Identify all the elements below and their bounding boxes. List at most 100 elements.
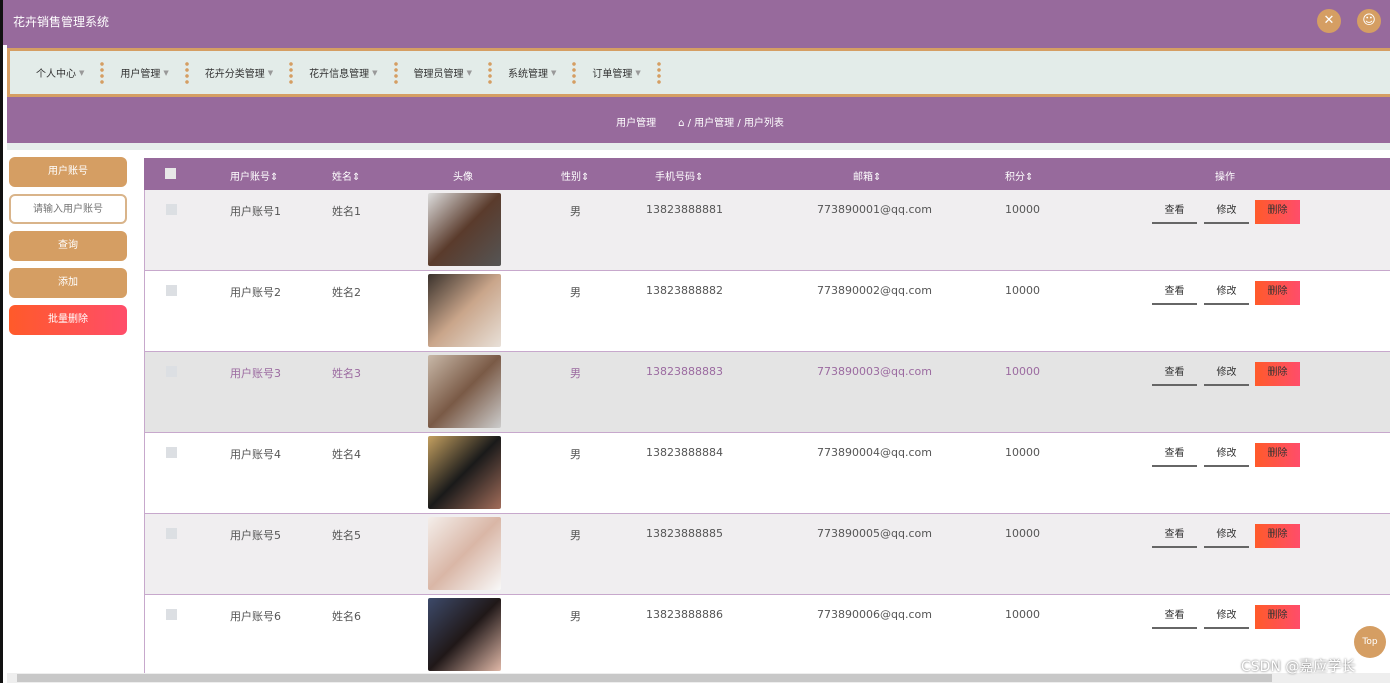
cell-name: 姓名3 (332, 365, 361, 381)
cell-phone: 13823888886 (646, 608, 723, 621)
delete-button[interactable]: 删除 (1255, 524, 1300, 548)
cell-name: 姓名5 (332, 527, 361, 543)
user-table: 用户账号⇕ 姓名⇕ 头像 性别⇕ 手机号码⇕ 邮箱⇕ 积分⇕ 操作 用户账号1 … (144, 158, 1390, 676)
cell-gender: 男 (570, 203, 581, 219)
view-button[interactable]: 查看 (1152, 200, 1197, 224)
edit-button[interactable]: 修改 (1204, 281, 1249, 305)
cell-score: 10000 (1005, 608, 1040, 621)
table-row[interactable]: 用户账号4 姓名4 男 13823888884 773890004@qq.com… (144, 433, 1390, 514)
cell-account: 用户账号6 (230, 608, 281, 624)
delete-button[interactable]: 删除 (1255, 200, 1300, 224)
nav-item[interactable]: 用户管理▼ (108, 65, 180, 80)
edit-button[interactable]: 修改 (1204, 524, 1249, 548)
view-button[interactable]: 查看 (1152, 281, 1197, 305)
cell-email: 773890006@qq.com (817, 608, 932, 621)
home-icon[interactable]: ⌂ (678, 118, 684, 129)
separator (488, 61, 492, 85)
select-all-checkbox[interactable] (165, 168, 176, 179)
col-score[interactable]: 积分⇕ (1005, 168, 1033, 183)
fullscreen-icon[interactable]: ✕ (1317, 9, 1341, 33)
caret-down-icon: ▼ (79, 69, 84, 77)
nav-item[interactable]: 管理员管理▼ (402, 65, 484, 80)
horizontal-scrollbar[interactable] (7, 673, 1390, 683)
cell-account: 用户账号4 (230, 446, 281, 462)
delete-button[interactable]: 删除 (1255, 281, 1300, 305)
col-gender[interactable]: 性别⇕ (561, 168, 589, 183)
separator (394, 61, 398, 85)
cell-account: 用户账号3 (230, 365, 281, 381)
view-button[interactable]: 查看 (1152, 524, 1197, 548)
breadcrumb-path: / 用户管理 / 用户列表 (688, 118, 784, 129)
view-button[interactable]: 查看 (1152, 443, 1197, 467)
edit-button[interactable]: 修改 (1204, 443, 1249, 467)
row-checkbox[interactable] (166, 447, 177, 458)
edit-button[interactable]: 修改 (1204, 362, 1249, 386)
back-to-top-button[interactable]: Top (1354, 626, 1386, 658)
cell-email: 773890003@qq.com (817, 365, 932, 378)
caret-down-icon: ▼ (635, 69, 640, 77)
caret-down-icon: ▼ (163, 69, 168, 77)
user-icon[interactable]: ☺ (1357, 9, 1381, 33)
account-search-input[interactable] (9, 194, 127, 224)
nav-item[interactable]: 个人中心▼ (24, 65, 96, 80)
cell-name: 姓名4 (332, 446, 361, 462)
app-title: 花卉销售管理系统 (13, 13, 109, 30)
col-name[interactable]: 姓名⇕ (332, 168, 360, 183)
watermark: CSDN @嘉应学长 (1241, 656, 1355, 676)
cell-score: 10000 (1005, 203, 1040, 216)
cell-account: 用户账号2 (230, 284, 281, 300)
nav-item[interactable]: 花卉信息管理▼ (297, 65, 389, 80)
cell-email: 773890004@qq.com (817, 446, 932, 459)
table-row[interactable]: 用户账号1 姓名1 男 13823888881 773890001@qq.com… (144, 190, 1390, 271)
separator (185, 61, 189, 85)
table-row[interactable]: 用户账号2 姓名2 男 13823888882 773890002@qq.com… (144, 271, 1390, 352)
avatar-image[interactable] (428, 517, 501, 590)
cell-name: 姓名2 (332, 284, 361, 300)
row-checkbox[interactable] (166, 528, 177, 539)
query-button[interactable]: 查询 (9, 231, 127, 261)
cell-gender: 男 (570, 365, 581, 381)
cell-score: 10000 (1005, 365, 1040, 378)
col-account[interactable]: 用户账号⇕ (230, 168, 278, 183)
delete-button[interactable]: 删除 (1255, 362, 1300, 386)
cell-email: 773890005@qq.com (817, 527, 932, 540)
col-actions: 操作 (1215, 168, 1235, 183)
cell-gender: 男 (570, 284, 581, 300)
table-row[interactable]: 用户账号6 姓名6 男 13823888886 773890006@qq.com… (144, 595, 1390, 676)
cell-phone: 13823888881 (646, 203, 723, 216)
delete-button[interactable]: 删除 (1255, 605, 1300, 629)
table-row[interactable]: 用户账号3 姓名3 男 13823888883 773890003@qq.com… (144, 352, 1390, 433)
table-row[interactable]: 用户账号5 姓名5 男 13823888885 773890005@qq.com… (144, 514, 1390, 595)
caret-down-icon: ▼ (372, 69, 377, 77)
row-checkbox[interactable] (166, 204, 177, 215)
edit-button[interactable]: 修改 (1204, 200, 1249, 224)
top-bar: 花卉销售管理系统 ✕ ☺ (3, 0, 1390, 45)
cell-phone: 13823888884 (646, 446, 723, 459)
col-phone[interactable]: 手机号码⇕ (655, 168, 703, 183)
nav-item[interactable]: 系统管理▼ (496, 65, 568, 80)
col-email[interactable]: 邮箱⇕ (853, 168, 881, 183)
avatar-image[interactable] (428, 436, 501, 509)
caret-down-icon: ▼ (551, 69, 556, 77)
add-button[interactable]: 添加 (9, 268, 127, 298)
avatar-image[interactable] (428, 598, 501, 671)
nav-item[interactable]: 花卉分类管理▼ (193, 65, 285, 80)
separator (657, 61, 661, 85)
row-checkbox[interactable] (166, 366, 177, 377)
row-checkbox[interactable] (166, 285, 177, 296)
cell-phone: 13823888882 (646, 284, 723, 297)
edit-button[interactable]: 修改 (1204, 605, 1249, 629)
view-button[interactable]: 查看 (1152, 362, 1197, 386)
delete-button[interactable]: 删除 (1255, 443, 1300, 467)
divider (7, 143, 1390, 150)
view-button[interactable]: 查看 (1152, 605, 1197, 629)
row-checkbox[interactable] (166, 609, 177, 620)
search-panel: 用户账号 查询 添加 批量删除 (9, 157, 127, 342)
avatar-image[interactable] (428, 274, 501, 347)
avatar-image[interactable] (428, 193, 501, 266)
nav-item[interactable]: 订单管理▼ (580, 65, 652, 80)
batch-delete-button[interactable]: 批量删除 (9, 305, 127, 335)
cell-account: 用户账号5 (230, 527, 281, 543)
avatar-image[interactable] (428, 355, 501, 428)
search-label: 用户账号 (9, 157, 127, 187)
